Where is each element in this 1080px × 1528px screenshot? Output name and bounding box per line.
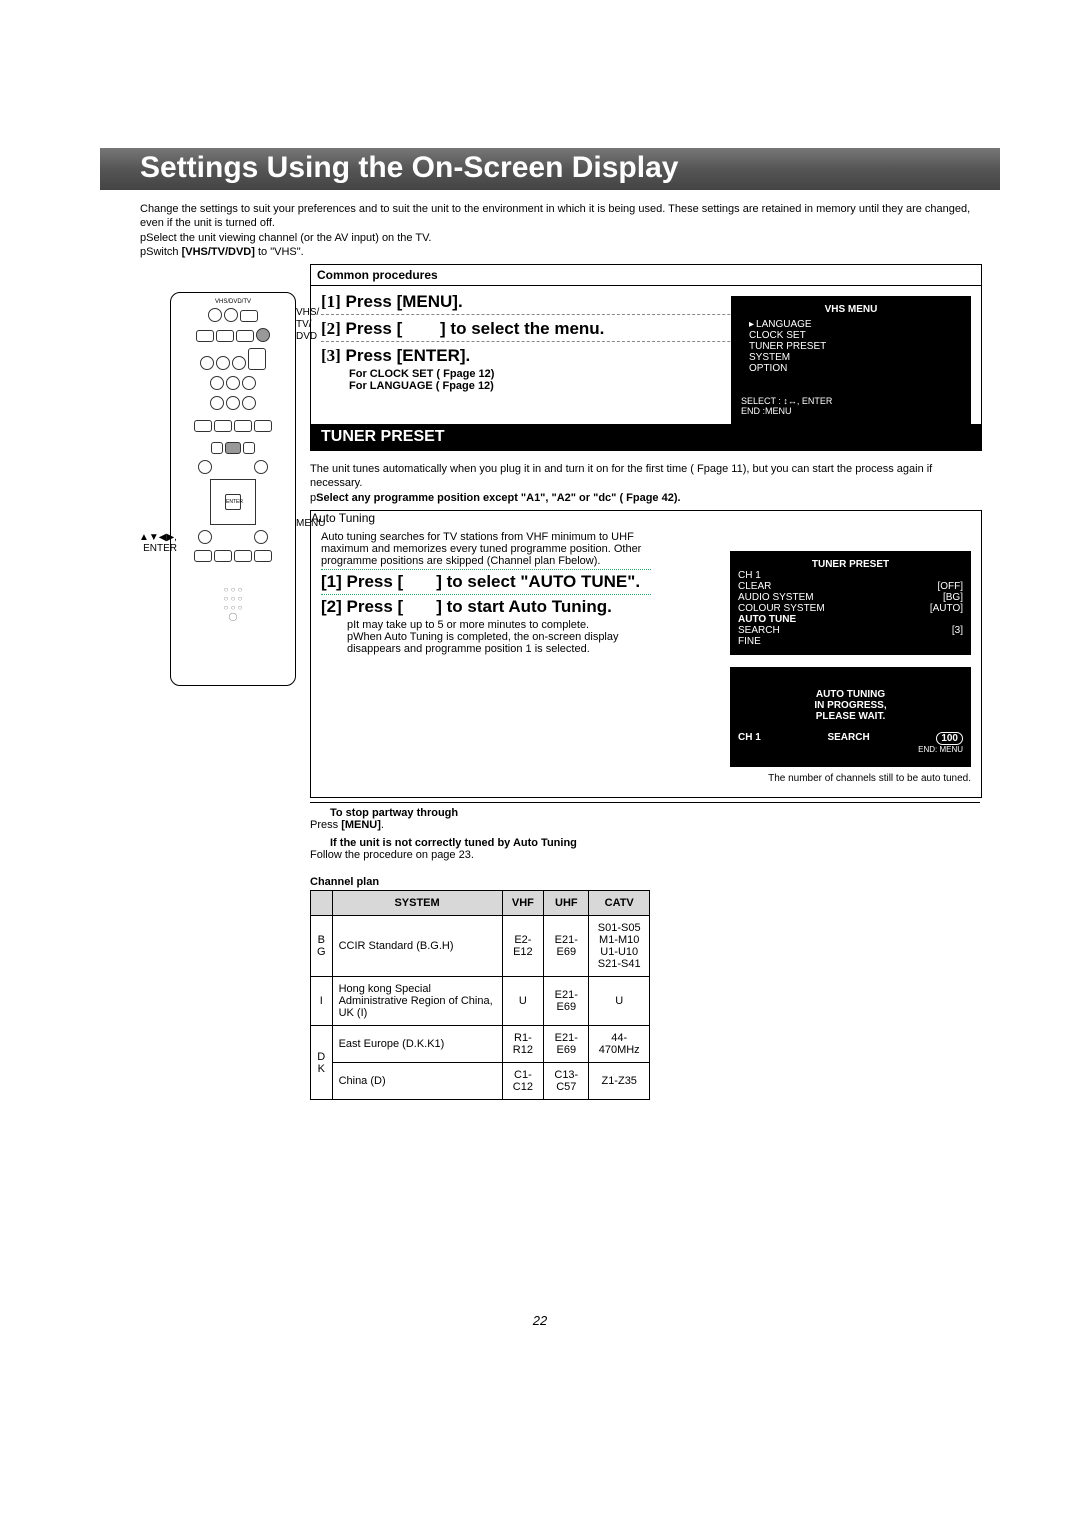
prog-search: SEARCH: [827, 732, 869, 745]
intro-l2: pSelect the unit viewing channel (or the…: [140, 231, 980, 245]
stop-h1: To stop partway through: [330, 807, 458, 819]
remote-control-diagram: VHS/DVD/TV ENTER ○ ○ ○○ ○ ○○ ○ ○◯: [170, 292, 296, 686]
page-header: Settings Using the On-Screen Display: [100, 148, 1000, 190]
th: VHF: [502, 891, 544, 916]
tuner-text: The unit tunes automatically when you pl…: [310, 462, 980, 505]
th: [311, 891, 333, 916]
prog-end: END: MENU: [738, 745, 963, 754]
chplan-title: Channel plan: [310, 876, 650, 888]
intro-text: Change the settings to suit your prefere…: [140, 202, 980, 259]
auto-title: Auto Tuning: [311, 511, 981, 525]
osd-item: CLOCK SET: [741, 330, 961, 341]
stop-t1: Press [MENU].: [310, 819, 980, 831]
page-number: 22: [0, 1313, 1080, 1328]
remote-note-enter: ▲▼◀▶,ENTER: [139, 532, 177, 554]
intro-l1: Change the settings to suit your prefere…: [140, 202, 980, 231]
tuner-preset-band: TUNER PRESET: [311, 424, 981, 450]
auto-step2: [2] Press [ ] to start Auto Tuning.: [321, 597, 651, 617]
osd-item: LANGUAGE: [741, 319, 961, 330]
auto-n1: pIt may take up to 5 or more minutes to …: [321, 619, 657, 631]
common-procedures-box: Common procedures [1] Press [MENU]. [2] …: [310, 264, 982, 451]
tuner-l2: pSelect any programme position except "A…: [310, 491, 980, 505]
auto-desc: Auto tuning searches for TV stations fro…: [321, 531, 651, 567]
auto-tuning-box: Auto Tuning Auto tuning searches for TV …: [310, 510, 982, 798]
osd2-ch: CH 1: [738, 570, 963, 581]
channel-plan-table: SYSTEM VHF UHF CATV BG CCIR Standard (B.…: [310, 890, 650, 1100]
th: CATV: [589, 891, 650, 916]
prog-l2: IN PROGRESS,: [738, 700, 963, 711]
osd-title: VHS MENU: [741, 304, 961, 315]
page-title: Settings Using the On-Screen Display: [100, 148, 1000, 188]
channel-count-note: The number of channels still to be auto …: [768, 773, 971, 784]
osd2-fine: FINE: [738, 636, 963, 647]
osd2-row: AUDIO SYSTEM: [738, 592, 814, 603]
osd2-row: CLEAR: [738, 581, 771, 592]
table-row: I Hong kong Special Administrative Regio…: [311, 977, 650, 1026]
table-row: DK East Europe (D.K.K1) R1-R12 E21-E69 4…: [311, 1026, 650, 1063]
prog-count: 100: [936, 732, 963, 745]
osd2-auto: AUTO TUNE: [738, 614, 963, 625]
osd-item: OPTION: [741, 363, 961, 374]
stop-h2: If the unit is not correctly tuned by Au…: [330, 837, 577, 849]
osd-item: TUNER PRESET: [741, 341, 961, 352]
stop-block: To stop partway through Press [MENU]. If…: [310, 798, 980, 861]
osd2-row: COLOUR SYSTEM: [738, 603, 825, 614]
auto-tuning-progress-osd: AUTO TUNING IN PROGRESS, PLEASE WAIT. CH…: [730, 667, 971, 767]
stop-t2: Follow the procedure on page 23.: [310, 849, 980, 861]
osd-footer2: END :MENU: [741, 406, 961, 416]
osd-footer1: SELECT : ↕↔, ENTER: [741, 396, 961, 406]
table-row: BG CCIR Standard (B.G.H) E2-E12 E21-E69 …: [311, 916, 650, 977]
intro-l3: pSwitch [VHS/TV/DVD] to "VHS".: [140, 245, 980, 259]
th: UHF: [544, 891, 589, 916]
common-title: Common procedures: [311, 265, 981, 286]
channel-plan: Channel plan SYSTEM VHF UHF CATV BG CCIR…: [310, 876, 650, 1100]
osd2-search: SEARCH: [738, 625, 780, 636]
tuner-l1: The unit tunes automatically when you pl…: [310, 462, 980, 491]
osd2-title: TUNER PRESET: [738, 559, 963, 570]
th: SYSTEM: [332, 891, 502, 916]
auto-step1: [1] Press [ ] to select "AUTO TUNE".: [321, 572, 651, 592]
prog-ch: CH 1: [738, 732, 761, 745]
tuner-preset-osd: TUNER PRESET CH 1 CLEAR[OFF] AUDIO SYSTE…: [730, 551, 971, 655]
osd-item: SYSTEM: [741, 352, 961, 363]
auto-n2: pWhen Auto Tuning is completed, the on-s…: [321, 631, 657, 655]
prog-l3: PLEASE WAIT.: [738, 711, 963, 722]
prog-l1: AUTO TUNING: [738, 689, 963, 700]
vhs-menu-osd: VHS MENU LANGUAGE CLOCK SET TUNER PRESET…: [731, 296, 971, 424]
table-row: China (D) C1-C12 C13-C57 Z1-Z35: [311, 1063, 650, 1100]
